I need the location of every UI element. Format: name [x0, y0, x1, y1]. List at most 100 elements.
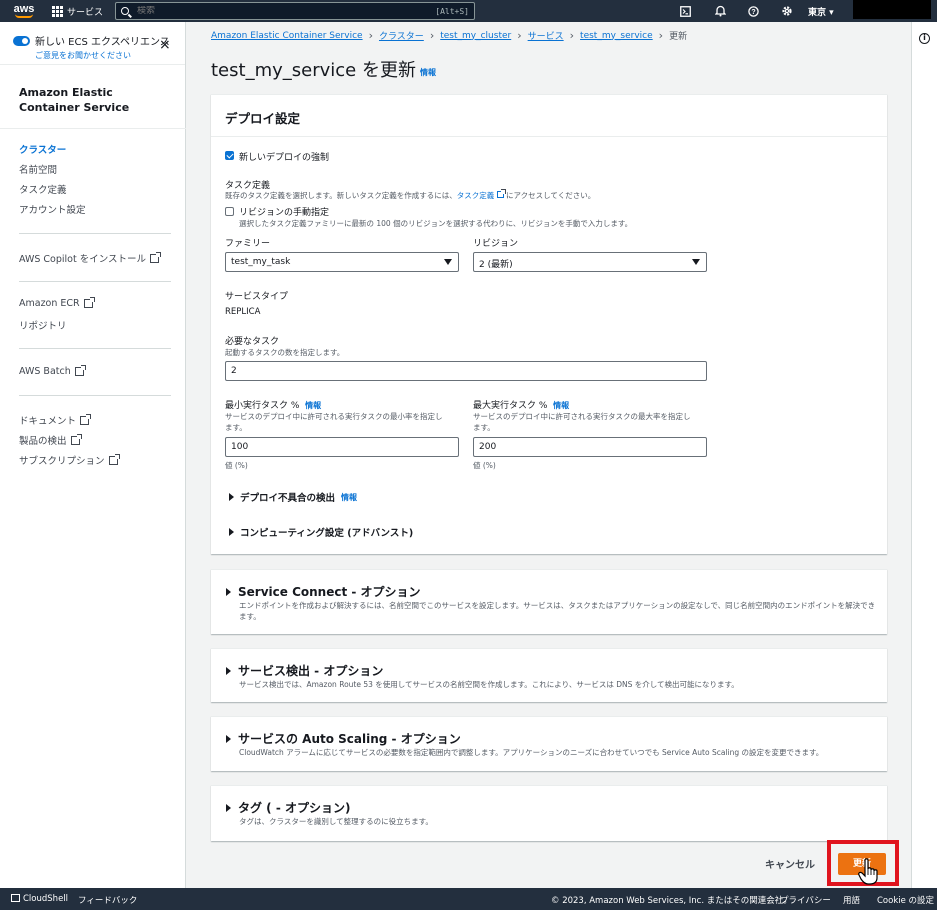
manual-revision-checkbox[interactable]: [225, 207, 234, 216]
tags-expander[interactable]: タグ ( - オプション): [226, 799, 350, 816]
external-link-icon: [150, 251, 162, 263]
service-connect-expander[interactable]: Service Connect - オプション: [226, 583, 421, 600]
info-link[interactable]: 情報: [553, 401, 569, 410]
services-menu-button[interactable]: サービス: [52, 0, 103, 22]
privacy-link[interactable]: プライバシー: [780, 894, 831, 906]
chevron-right-icon: ›: [429, 29, 435, 42]
sidebar-item-copilot[interactable]: AWS Copilot をインストール: [19, 251, 162, 265]
cloudshell-icon[interactable]: [674, 0, 696, 22]
caret-right-icon: [226, 734, 231, 743]
external-link-icon: [108, 453, 120, 465]
grid-icon: [52, 5, 63, 17]
terms-link[interactable]: 用語: [843, 894, 860, 906]
force-new-deploy-checkbox[interactable]: [225, 151, 234, 160]
sidebar-item-namespaces[interactable]: 名前空間: [19, 162, 57, 176]
search-bar[interactable]: [Alt+S]: [115, 2, 475, 20]
panel-heading: デプロイ設定: [211, 95, 887, 137]
taskdef-link[interactable]: タスク定義: [457, 191, 495, 200]
breadcrumb-cluster[interactable]: test_my_cluster: [440, 31, 511, 41]
external-link-icon: [70, 433, 82, 445]
sidebar-item-batch[interactable]: AWS Batch: [19, 365, 86, 377]
auto-scaling-desc: CloudWatch アラームに応じてサービスの必要数を指定範囲内で調整します。…: [239, 748, 824, 757]
aws-logo[interactable]: aws: [6, 0, 42, 22]
divider: [19, 395, 171, 396]
manual-revision-label: リビジョンの手動指定: [239, 208, 330, 218]
caret-down-icon: [692, 259, 700, 265]
svg-text:?: ?: [751, 9, 755, 16]
breadcrumb-clusters[interactable]: クラスター: [379, 29, 424, 42]
service-connect-desc: エンドポイントを作成および解決するには、名前空間でこのサービスを設定します。サー…: [239, 601, 876, 621]
family-label: ファミリー: [225, 239, 271, 249]
breadcrumb-ecs[interactable]: Amazon Elastic Container Service: [211, 31, 363, 41]
search-input[interactable]: [137, 6, 436, 16]
family-select[interactable]: test_my_task: [225, 252, 459, 272]
info-link[interactable]: 情報: [420, 68, 436, 77]
side-navigation: 新しい ECS エクスペリエンス ご意見をお聞かせください × Amazon E…: [0, 22, 186, 888]
desired-tasks-input[interactable]: 2: [225, 361, 707, 381]
divider: [19, 348, 171, 349]
top-navigation: aws サービス [Alt+S] ? 東京 ▾: [0, 0, 937, 22]
search-icon: [121, 7, 129, 15]
service-connect-panel[interactable]: Service Connect - オプション エンドポイントを作成および解決す…: [211, 569, 887, 634]
failure-detection-expander[interactable]: デプロイ不具合の検出 情報: [229, 490, 357, 504]
page-title: test_my_service を更新 情報: [211, 60, 436, 81]
cookie-settings-link[interactable]: Cookie の設定: [877, 894, 934, 906]
breadcrumb-services[interactable]: サービス: [528, 29, 564, 42]
new-experience-label: 新しい ECS エクスペリエンス: [35, 37, 170, 48]
compute-settings-expander[interactable]: コンピューティング設定 (アドバンスト): [229, 525, 413, 539]
info-link[interactable]: 情報: [341, 492, 357, 503]
breadcrumb-service[interactable]: test_my_service: [580, 31, 653, 41]
desired-tasks-label: 必要なタスク: [225, 337, 280, 347]
deploy-settings-panel: デプロイ設定 新しいデプロイの強制 タスク定義 既存のタスク定義を選択します。新…: [211, 94, 887, 554]
sidebar-item-account-settings[interactable]: アカウント設定: [19, 202, 86, 216]
account-menu[interactable]: [853, 0, 931, 19]
service-discovery-panel[interactable]: サービス検出 - オプション サービス検出では、Amazon Route 53 …: [211, 648, 887, 702]
feedback-link[interactable]: ご意見をお聞かせください: [35, 50, 131, 61]
info-icon[interactable]: i: [919, 33, 930, 44]
auto-scaling-panel[interactable]: サービスの Auto Scaling - オプション CloudWatch アラ…: [211, 716, 887, 771]
min-percent-desc: サービスのデプロイ中に許可される実行タスクの最小率を指定し ます。: [225, 412, 443, 432]
close-icon[interactable]: ×: [159, 38, 171, 52]
sidebar-item-task-definitions[interactable]: タスク定義: [19, 182, 67, 196]
max-percent-label: 最大実行タスク % 情報: [473, 401, 570, 411]
min-percent-unit: 値 (%): [225, 461, 248, 470]
max-percent-desc: サービスのデプロイ中に許可される実行タスクの最大率を指定し ます。: [473, 412, 691, 432]
cloudshell-link[interactable]: CloudShell: [11, 894, 68, 904]
caret-down-icon: [444, 259, 452, 265]
revision-select[interactable]: 2 (最新): [473, 252, 707, 272]
caret-right-icon: [226, 666, 231, 675]
region-selector[interactable]: 東京 ▾: [808, 0, 834, 22]
taskdef-desc: 既存のタスク定義を選択します。新しいタスク定義を作成するには、タスク定義 にアク…: [225, 189, 596, 200]
auto-scaling-expander[interactable]: サービスの Auto Scaling - オプション: [226, 730, 461, 747]
tags-panel[interactable]: タグ ( - オプション) タグは、クラスターを識別して整理するのに役立ちます。: [211, 785, 887, 841]
breadcrumb: Amazon Elastic Container Service › クラスター…: [211, 29, 687, 42]
caret-right-icon: [229, 493, 234, 501]
info-link[interactable]: 情報: [305, 401, 321, 410]
breadcrumb-current: 更新: [669, 32, 688, 42]
caret-right-icon: [226, 587, 231, 596]
bell-icon[interactable]: [709, 0, 731, 22]
new-experience-toggle-box: 新しい ECS エクスペリエンス ご意見をお聞かせください ×: [0, 22, 185, 65]
cancel-button[interactable]: キャンセル: [765, 856, 815, 871]
help-icon[interactable]: ?: [742, 0, 764, 22]
copyright: © 2023, Amazon Web Services, Inc. またはその関…: [551, 896, 792, 906]
external-link-icon: [496, 189, 506, 198]
chevron-right-icon: ›: [658, 29, 664, 42]
revision-label: リビジョン: [473, 239, 519, 249]
feedback-footer-link[interactable]: フィードバック: [78, 894, 137, 906]
sidebar-item-docs[interactable]: ドキュメント: [19, 413, 92, 427]
footer: CloudShell フィードバック © 2023, Amazon Web Se…: [0, 888, 937, 910]
new-experience-toggle[interactable]: [13, 36, 30, 46]
aws-smile-icon: [15, 14, 33, 18]
sidebar-item-repositories[interactable]: リポジトリ: [19, 318, 67, 332]
min-percent-input[interactable]: 100: [225, 437, 459, 457]
max-percent-unit: 値 (%): [473, 461, 496, 470]
sidebar-item-subscriptions[interactable]: サブスクリプション: [19, 453, 120, 467]
divider: [19, 281, 171, 282]
sidebar-item-clusters[interactable]: クラスター: [19, 142, 66, 156]
service-discovery-expander[interactable]: サービス検出 - オプション: [226, 662, 383, 679]
gear-icon[interactable]: [776, 0, 798, 22]
sidebar-item-discover[interactable]: 製品の検出: [19, 433, 82, 447]
sidebar-item-ecr[interactable]: Amazon ECR: [19, 297, 95, 309]
max-percent-input[interactable]: 200: [473, 437, 707, 457]
